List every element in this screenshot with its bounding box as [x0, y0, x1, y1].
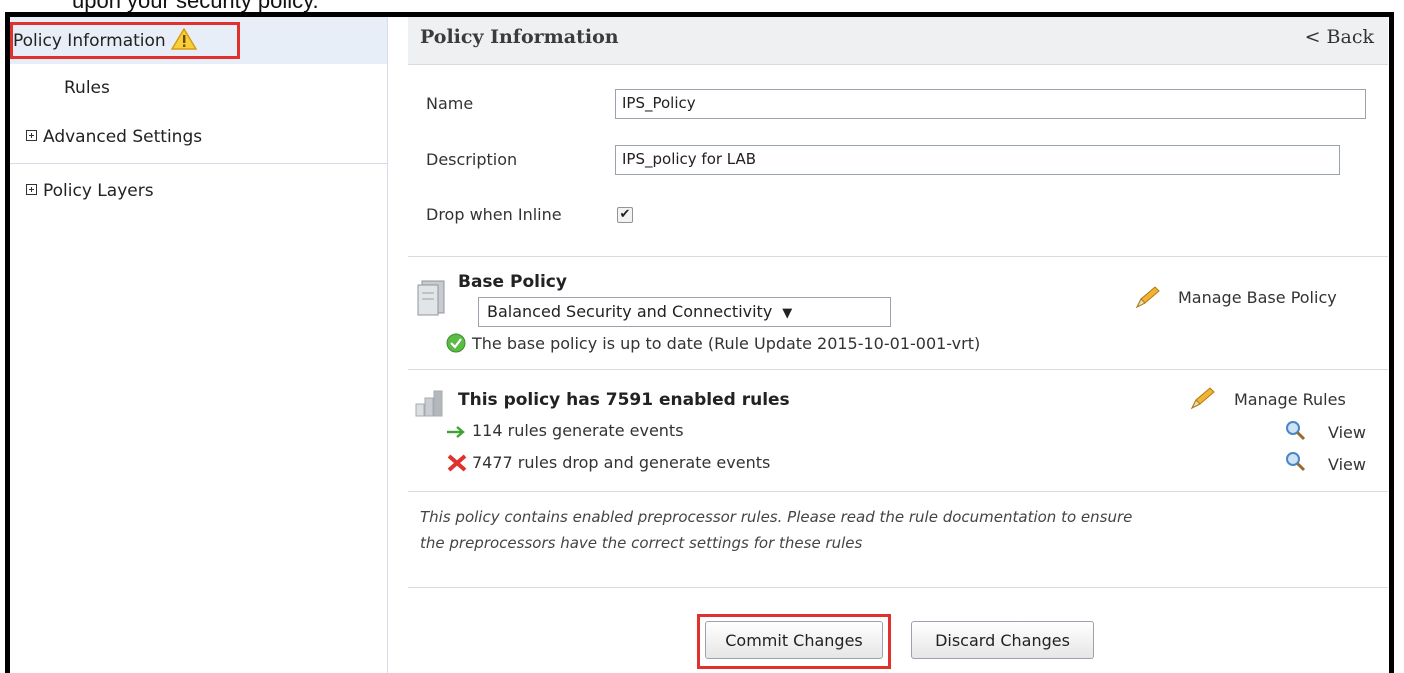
view-drop-link[interactable]: View [1328, 455, 1366, 474]
rules-section: This policy has 7591 enabled rules Manag… [408, 370, 1388, 492]
sidebar-item-policy-layers[interactable]: Policy Layers [26, 181, 154, 201]
base-policy-select[interactable]: Balanced Security and Connectivity ▼ [478, 297, 891, 327]
back-link[interactable]: < Back [1305, 26, 1374, 48]
description-field[interactable]: IPS_policy for LAB [615, 145, 1340, 175]
sidebar-item-rules[interactable]: Rules [64, 78, 110, 98]
drop-when-inline-label: Drop when Inline [426, 205, 562, 224]
pencil-icon[interactable] [1133, 285, 1161, 311]
panel-header: Policy Information < Back [408, 17, 1388, 65]
manage-rules-link[interactable]: Manage Rules [1234, 390, 1346, 409]
discard-changes-button[interactable]: Discard Changes [911, 621, 1094, 659]
sidebar-item-advanced-settings[interactable]: Advanced Settings [26, 127, 202, 147]
rules-generate-text: 114 rules generate events [472, 421, 684, 440]
main-panel: Policy Information < Back Name IPS_Polic… [408, 17, 1388, 673]
rules-stack-icon [414, 388, 448, 418]
sidebar-item-label: Advanced Settings [43, 127, 203, 147]
policy-scroll-icon [416, 279, 446, 319]
sidebar: Policy Information Rules Advanced Settin… [10, 17, 388, 673]
page-title: Policy Information [420, 26, 619, 48]
base-policy-selected: Balanced Security and Connectivity [487, 302, 773, 321]
base-policy-title: Base Policy [458, 272, 567, 292]
green-arrow-icon [446, 425, 468, 439]
preprocessor-note-line-2: the preprocessors have the correct setti… [420, 534, 863, 552]
dropdown-arrow-icon: ▼ [782, 306, 793, 321]
check-circle-icon [446, 333, 466, 353]
base-policy-section: Base Policy Balanced Security and Connec… [408, 257, 1388, 370]
description-label: Description [426, 150, 518, 169]
policy-form-section: Name IPS_Policy Description IPS_policy f… [408, 65, 1388, 257]
preprocessor-note-section: This policy contains enabled preprocesso… [408, 492, 1388, 588]
preprocessor-note-line-1: This policy contains enabled preprocesso… [420, 508, 1133, 526]
plus-box-icon[interactable] [26, 129, 37, 141]
name-label: Name [426, 94, 474, 113]
rules-drop-text: 7477 rules drop and generate events [472, 453, 771, 472]
commit-changes-button[interactable]: Commit Changes [705, 621, 883, 659]
magnifier-icon[interactable] [1285, 451, 1307, 473]
red-x-icon [446, 453, 468, 473]
drop-when-inline-checkbox[interactable]: ✔ [617, 207, 633, 223]
sidebar-divider [10, 163, 387, 164]
highlight-policy-information [10, 22, 240, 59]
magnifier-icon[interactable] [1285, 420, 1307, 442]
view-generate-link[interactable]: View [1328, 423, 1366, 442]
plus-box-icon[interactable] [26, 183, 37, 195]
pencil-icon[interactable] [1188, 386, 1216, 412]
sidebar-item-label: Policy Layers [43, 181, 154, 201]
name-field[interactable]: IPS_Policy [615, 89, 1366, 119]
manage-base-policy-link[interactable]: Manage Base Policy [1178, 288, 1337, 307]
base-policy-status: The base policy is up to date (Rule Upda… [472, 334, 981, 353]
rules-summary: This policy has 7591 enabled rules [458, 390, 790, 410]
